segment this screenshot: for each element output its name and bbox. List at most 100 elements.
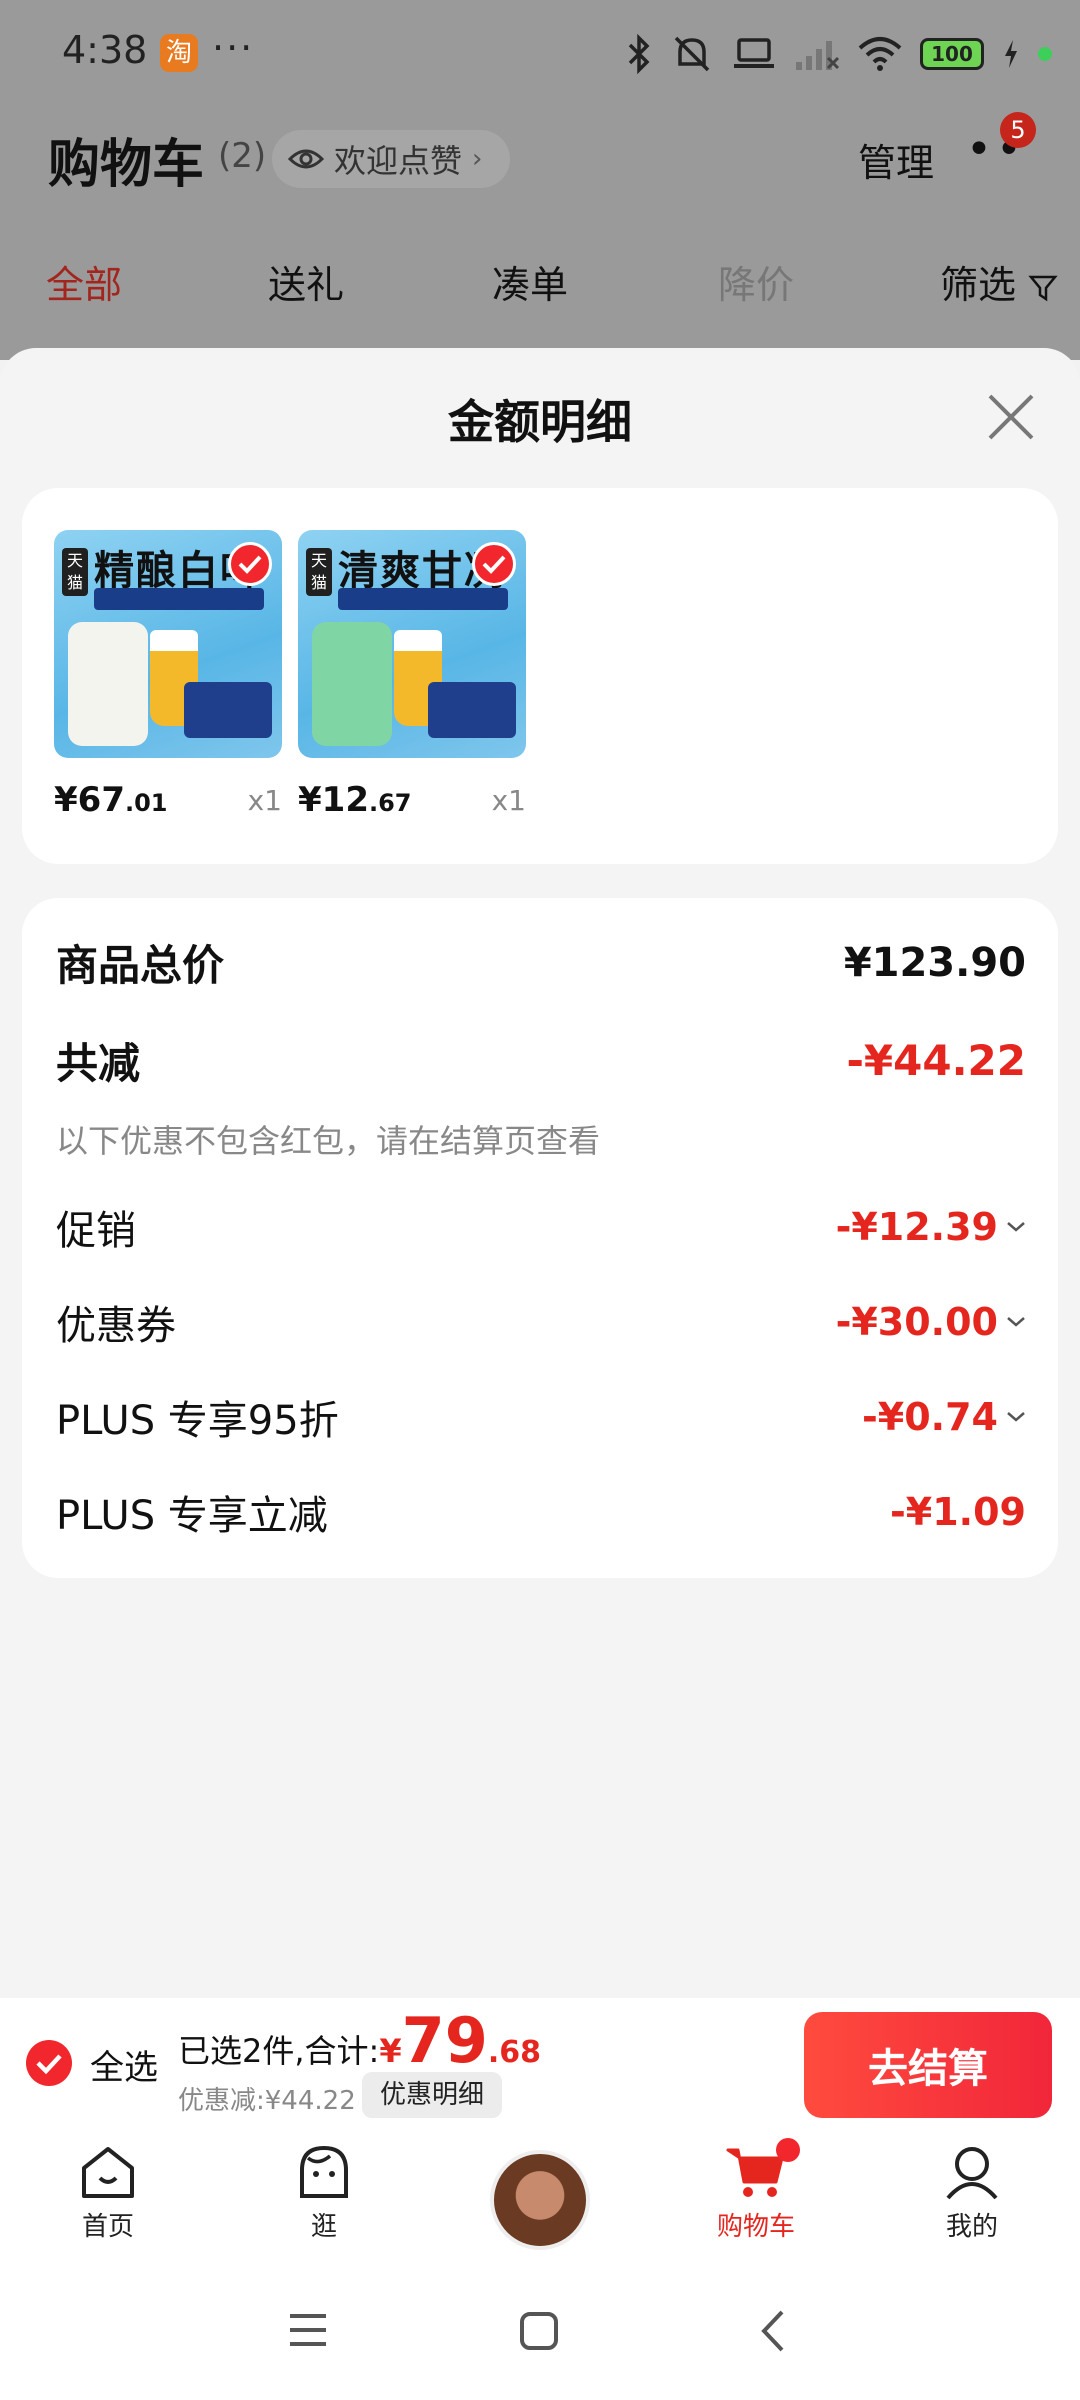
filter-tabs: 全部 送礼 凑单 降价 筛选 [0, 240, 1080, 360]
battery-indicator: 100 [920, 38, 984, 70]
product-quantity: x1 [247, 784, 282, 817]
profile-icon [946, 2147, 998, 2200]
product-price: ¥67.01 [54, 780, 168, 820]
checkout-bar: 全选 已选2件,合计:¥79.68 优惠减:¥44.22 优惠明细 去结算 [0, 1998, 1080, 2130]
select-all-label[interactable]: 全选 [90, 2040, 158, 2089]
coupon-value-wrap: -¥30.00 [836, 1300, 1026, 1344]
more-notifications-icon: ··· [212, 26, 255, 70]
home-square-icon[interactable] [518, 2310, 560, 2352]
discount-detail-chip[interactable]: 优惠明细 [362, 2072, 503, 2118]
tab-bundle[interactable]: 凑单 [492, 254, 568, 309]
product-item[interactable]: 天猫 清爽甘冽 ¥12.67 x1 [298, 530, 526, 820]
product-image: 天猫 精酿白啤 [54, 530, 282, 758]
like-button[interactable]: 欢迎点赞 › [272, 130, 511, 188]
selected-total: 已选2件,合计:¥79.68 [178, 2010, 541, 2072]
nav-browse-label: 逛 [310, 2212, 337, 2242]
plus-95-label: PLUS 专享95折 [56, 1398, 339, 1444]
mascot-avatar[interactable] [490, 2150, 590, 2250]
selected-text: 已选2件,合计: [178, 2032, 380, 2070]
discount-note: 以下优惠不包含红包，请在结算页查看 [56, 1122, 601, 1160]
coupon-row[interactable]: 优惠券 -¥30.00 [56, 1293, 1026, 1351]
price-summary-card: 商品总价 ¥123.90 共减 -¥44.22 以下优惠不包含红包，请在结算页查… [22, 898, 1058, 1578]
charging-icon [1005, 40, 1017, 68]
system-nav-bar [0, 2270, 1080, 2400]
product-banner [94, 588, 264, 610]
nav-cart-label: 购物车 [716, 2212, 795, 2242]
tmall-tag: 天猫 [306, 548, 332, 596]
nav-home[interactable]: 首页 [38, 2144, 178, 2243]
chevron-down-icon [1007, 1317, 1025, 1327]
total-price-value: ¥123.90 [843, 939, 1026, 986]
nav-cart[interactable]: 购物车 [686, 2144, 826, 2243]
privacy-indicator-icon [1038, 47, 1052, 61]
currency-symbol: ¥ [379, 2032, 402, 2070]
promotion-row[interactable]: 促销 -¥12.39 [56, 1198, 1026, 1256]
plus-reduction-label: PLUS 专享立减 [56, 1493, 328, 1539]
mute-icon [674, 36, 710, 72]
nav-me-label: 我的 [945, 2212, 998, 2242]
promotion-value: -¥12.39 [835, 1205, 998, 1249]
sheet-title: 金额明细 [448, 395, 632, 449]
laptop-icon [734, 38, 774, 68]
plus-95-value: -¥0.74 [862, 1395, 998, 1439]
status-icons: 100 [626, 32, 1052, 76]
home-icon [82, 2147, 134, 2198]
total-price-row: 商品总价 ¥123.90 [56, 932, 1026, 993]
menu-icon[interactable] [286, 2310, 330, 2350]
back-icon[interactable] [756, 2308, 790, 2354]
total-reduction-row: 共减 -¥44.22 [56, 1030, 1026, 1091]
beer-box-image [184, 682, 272, 738]
status-bar: 4:38 淘 ··· 100 [0, 0, 1080, 110]
taobao-app-icon: 淘 [160, 34, 198, 72]
product-price: ¥12.67 [298, 780, 412, 820]
total-amount-integer: 79 [401, 2004, 488, 2077]
browse-icon [300, 2145, 348, 2198]
beer-can-image [312, 622, 392, 746]
cart-count: (2) [218, 136, 267, 176]
bottom-nav: 首页 逛 购物车 我的 [0, 2130, 1080, 2270]
nav-home-label: 首页 [81, 2212, 134, 2242]
total-amount-decimal: .68 [487, 2035, 542, 2070]
page-title: 购物车 [48, 135, 205, 195]
selected-check-icon [228, 542, 272, 586]
total-reduction-label: 共减 [56, 1039, 141, 1088]
close-icon[interactable] [982, 388, 1040, 446]
wifi-icon [858, 37, 902, 71]
total-reduction-value: -¥44.22 [846, 1036, 1026, 1085]
filter-icon [1028, 275, 1058, 301]
tab-filter-label: 筛选 [940, 263, 1017, 307]
selected-check-icon [472, 542, 516, 586]
promotion-value-wrap: -¥12.39 [836, 1205, 1026, 1249]
tmall-tag: 天猫 [62, 548, 88, 596]
plus-95-row[interactable]: PLUS 专享95折 -¥0.74 [56, 1388, 1026, 1446]
product-quantity: x1 [491, 784, 526, 817]
cart-notification-dot [776, 2138, 800, 2162]
tab-price-drop[interactable]: 降价 [718, 254, 794, 309]
chevron-down-icon [1007, 1412, 1025, 1422]
product-banner [338, 588, 508, 610]
coupon-value: -¥30.00 [835, 1300, 998, 1344]
plus-reduction-value: -¥1.09 [890, 1490, 1026, 1534]
message-badge: 5 [1000, 112, 1036, 148]
tab-filter[interactable]: 筛选 [940, 254, 1058, 309]
product-image: 天猫 清爽甘冽 [298, 530, 526, 758]
nav-browse[interactable]: 逛 [254, 2144, 394, 2243]
status-time: 4:38 [62, 28, 148, 72]
select-all-checkbox[interactable] [26, 2040, 72, 2086]
tab-all[interactable]: 全部 [46, 254, 122, 309]
checkout-button[interactable]: 去结算 [804, 2012, 1052, 2118]
like-label: 欢迎点赞 [334, 142, 463, 180]
nav-me[interactable]: 我的 [902, 2144, 1042, 2243]
manage-button[interactable]: 管理 [858, 132, 934, 187]
selected-products-card: 天猫 精酿白啤 ¥67.01 x1 天猫 清爽甘冽 ¥12.67 x1 [22, 488, 1058, 864]
plus-reduction-row: PLUS 专享立减 -¥1.09 [56, 1483, 1026, 1541]
tab-gift[interactable]: 送礼 [268, 254, 344, 309]
product-item[interactable]: 天猫 精酿白啤 ¥67.01 x1 [54, 530, 282, 820]
eye-icon [288, 149, 324, 169]
plus-95-value-wrap: -¥0.74 [862, 1395, 1026, 1439]
chevron-right-icon: › [472, 144, 483, 174]
promotion-label: 促销 [56, 1208, 136, 1254]
discount-summary: 优惠减:¥44.22 [178, 2086, 356, 2116]
total-price-label: 商品总价 [56, 941, 225, 990]
cart-header: 购物车 (2) 欢迎点赞 › 管理 •• 5 [0, 110, 1080, 240]
